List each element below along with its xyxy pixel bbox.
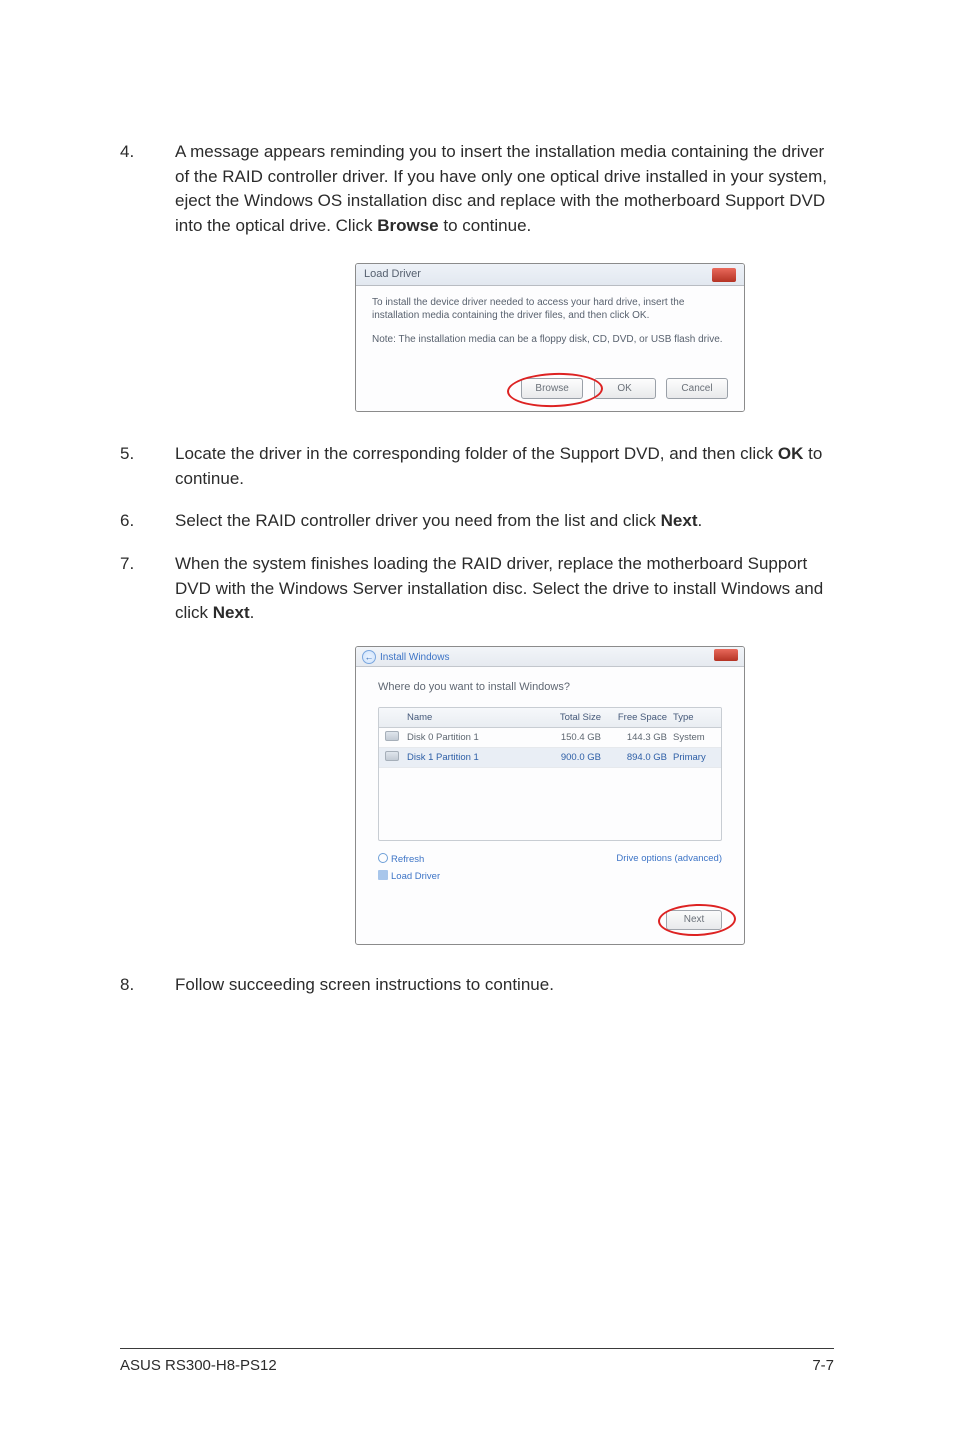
- disk-blank: [379, 768, 721, 840]
- step-4-bold: Browse: [377, 216, 438, 235]
- dialog2-titlebar: ← Install Windows: [356, 647, 744, 667]
- footer-left: ASUS RS300-H8-PS12: [120, 1357, 277, 1374]
- dialog-title: Load Driver: [364, 268, 421, 285]
- step-5: 5. Locate the driver in the correspondin…: [120, 442, 834, 491]
- browse-highlight: Browse: [515, 378, 583, 399]
- back-icon[interactable]: ←: [362, 650, 376, 664]
- step-4-text-b: to continue.: [439, 216, 532, 235]
- step-7-bold: Next: [213, 603, 250, 622]
- ok-button[interactable]: OK: [594, 378, 656, 399]
- step-7-number: 7.: [120, 552, 175, 626]
- step-7-text-a: When the system finishes loading the RAI…: [175, 554, 823, 622]
- step-4: 4. A message appears reminding you to in…: [120, 140, 834, 239]
- step-5-number: 5.: [120, 442, 175, 491]
- dialog-titlebar: Load Driver: [356, 264, 744, 286]
- dialog2-body: Where do you want to install Windows? Na…: [356, 667, 744, 944]
- row1-size: 900.0 GB: [549, 752, 611, 763]
- dialog-para-2: Note: The installation media can be a fl…: [372, 333, 728, 347]
- disk-icon: [385, 751, 399, 761]
- disk-table: Name Total Size Free Space Type Disk 0 P…: [378, 707, 722, 841]
- step-7-text-b: .: [250, 603, 255, 622]
- row0-name: Disk 0 Partition 1: [405, 732, 549, 743]
- step-6: 6. Select the RAID controller driver you…: [120, 509, 834, 534]
- step-8-text: Follow succeeding screen instructions to…: [175, 973, 834, 998]
- next-highlight: Next: [666, 909, 722, 930]
- load-driver-link[interactable]: Load Driver: [391, 871, 440, 882]
- page-footer: ASUS RS300-H8-PS12 7-7: [120, 1348, 834, 1374]
- step-7-text: When the system finishes loading the RAI…: [175, 552, 834, 626]
- dialog2-links: Refresh Load Driver Drive options (advan…: [378, 853, 722, 887]
- footer-right: 7-7: [812, 1357, 834, 1374]
- refresh-link[interactable]: Refresh: [391, 854, 424, 865]
- browse-button[interactable]: Browse: [521, 378, 583, 399]
- step-6-text-a: Select the RAID controller driver you ne…: [175, 511, 661, 530]
- row1-type: Primary: [667, 752, 721, 763]
- col-free: Free Space: [611, 712, 667, 723]
- row0-size: 150.4 GB: [549, 732, 611, 743]
- col-type: Type: [667, 712, 721, 723]
- step-6-number: 6.: [120, 509, 175, 534]
- step-5-text-a: Locate the driver in the corresponding f…: [175, 444, 778, 463]
- load-driver-icon: [378, 870, 388, 880]
- disk-icon: [385, 731, 399, 741]
- step-5-text: Locate the driver in the corresponding f…: [175, 442, 834, 491]
- disk-row[interactable]: Disk 0 Partition 1 150.4 GB 144.3 GB Sys…: [379, 728, 721, 748]
- disk-table-header: Name Total Size Free Space Type: [379, 708, 721, 728]
- step-8: 8. Follow succeeding screen instructions…: [120, 973, 834, 998]
- load-driver-dialog: Load Driver To install the device driver…: [355, 263, 745, 413]
- row0-type: System: [667, 732, 721, 743]
- step-7: 7. When the system finishes loading the …: [120, 552, 834, 626]
- disk-row[interactable]: Disk 1 Partition 1 900.0 GB 894.0 GB Pri…: [379, 748, 721, 768]
- dialog-button-row: Browse OK Cancel: [372, 356, 728, 399]
- close-icon[interactable]: [712, 268, 736, 282]
- dialog-para-1: To install the device driver needed to a…: [372, 296, 728, 323]
- install-question: Where do you want to install Windows?: [378, 681, 722, 693]
- dialog2-next-row: Next: [378, 909, 722, 930]
- refresh-icon: [378, 853, 388, 863]
- step-6-text-b: .: [698, 511, 703, 530]
- step-4-text: A message appears reminding you to inser…: [175, 140, 834, 239]
- col-name: Name: [405, 712, 549, 723]
- dialog2-title: Install Windows: [380, 652, 449, 663]
- step-8-text-a: Follow succeeding screen instructions to…: [175, 975, 554, 994]
- row1-name: Disk 1 Partition 1: [405, 752, 549, 763]
- row1-free: 894.0 GB: [611, 752, 667, 763]
- install-location-dialog: ← Install Windows Where do you want to i…: [355, 646, 745, 945]
- step-4-number: 4.: [120, 140, 175, 239]
- step-6-text: Select the RAID controller driver you ne…: [175, 509, 834, 534]
- page: 4. A message appears reminding you to in…: [0, 0, 954, 1438]
- row0-free: 144.3 GB: [611, 732, 667, 743]
- close-icon[interactable]: [714, 649, 738, 661]
- drive-options-link[interactable]: Drive options (advanced): [616, 853, 722, 864]
- col-size: Total Size: [549, 712, 611, 723]
- cancel-button[interactable]: Cancel: [666, 378, 728, 399]
- next-button[interactable]: Next: [666, 910, 722, 930]
- step-5-bold: OK: [778, 444, 804, 463]
- dialog-body: To install the device driver needed to a…: [356, 286, 744, 412]
- step-6-bold: Next: [661, 511, 698, 530]
- step-8-number: 8.: [120, 973, 175, 998]
